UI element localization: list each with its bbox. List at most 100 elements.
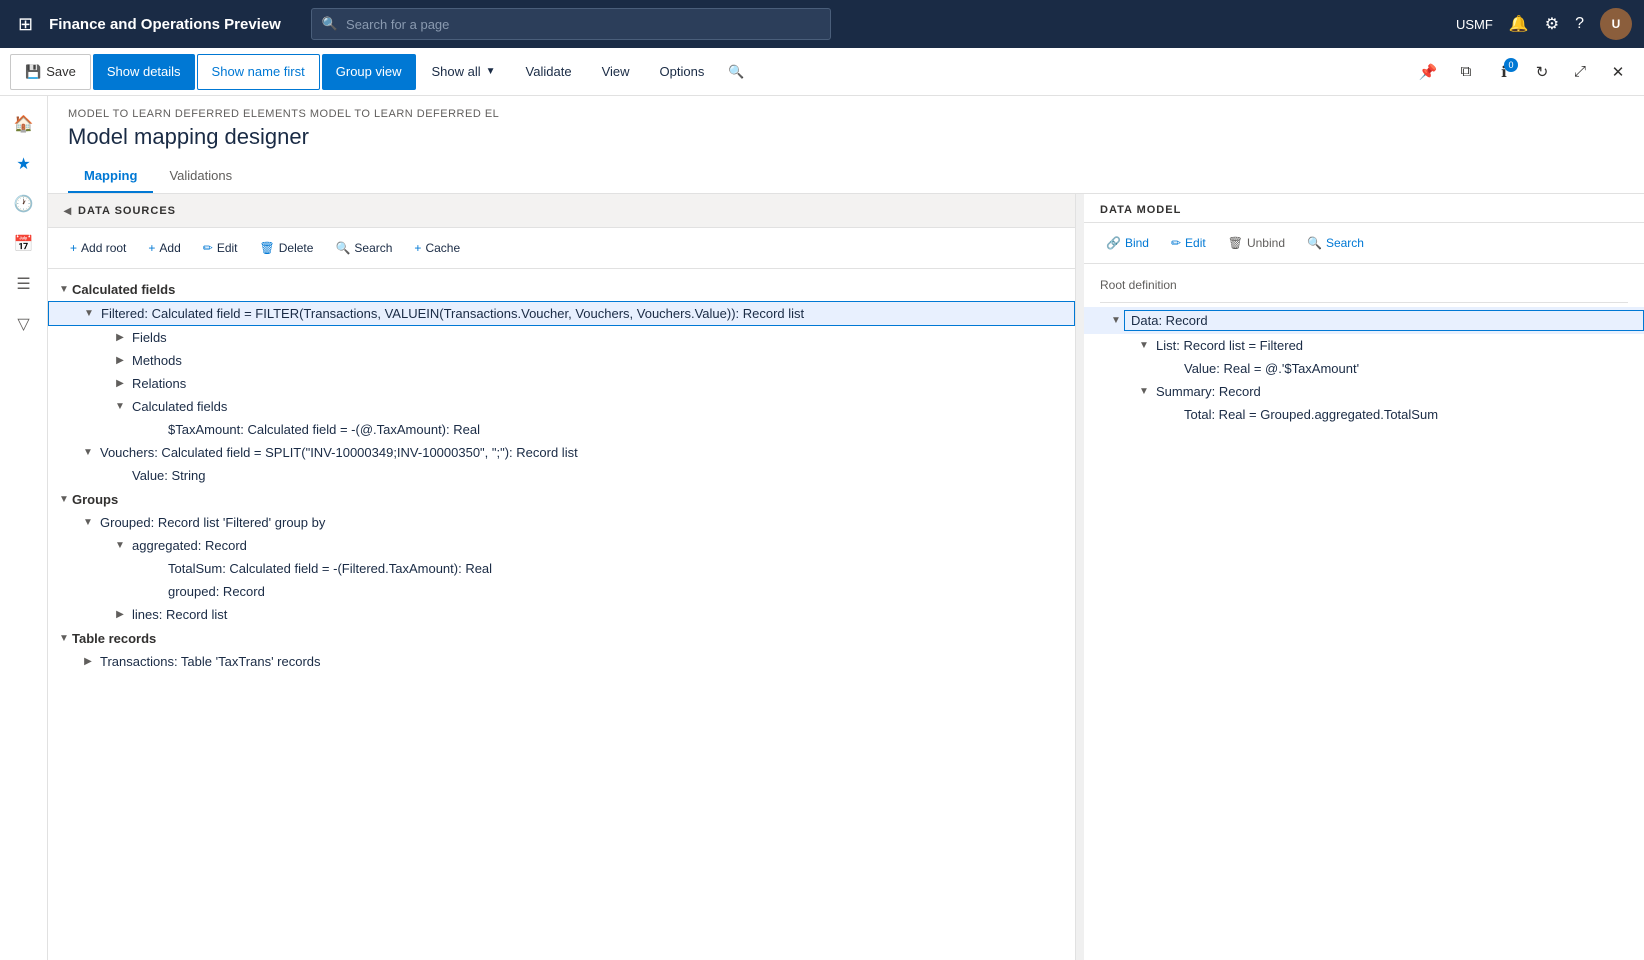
collapse-icon[interactable]: ◂ bbox=[64, 202, 72, 219]
edit-button[interactable]: ✏ Edit bbox=[193, 234, 248, 262]
dm-data-toggle-icon: ▼ bbox=[1108, 313, 1124, 329]
global-search-box[interactable]: 🔍 bbox=[311, 8, 831, 40]
cache-icon: + bbox=[414, 241, 421, 255]
dm-search-label: Search bbox=[1326, 236, 1364, 250]
search-toggle-button[interactable]: 🔍 bbox=[720, 54, 752, 90]
search-icon: 🔍 bbox=[322, 16, 338, 32]
edit-label: Edit bbox=[217, 241, 238, 255]
add-button[interactable]: + Add bbox=[138, 234, 190, 262]
expand-icon[interactable]: ⤢ bbox=[1564, 56, 1596, 88]
page-header: MODEL TO LEARN DEFERRED ELEMENTS MODEL T… bbox=[48, 96, 1644, 194]
category-calculated-fields[interactable]: ▼ Calculated fields bbox=[48, 277, 1075, 301]
aggregated-node[interactable]: ▼ aggregated: Record bbox=[48, 534, 1075, 557]
relations-node[interactable]: ▶ Relations bbox=[48, 372, 1075, 395]
transactions-text: Transactions: Table 'TaxTrans' records bbox=[96, 653, 1075, 670]
category-groups[interactable]: ▼ Groups bbox=[48, 487, 1075, 511]
group-view-button[interactable]: Group view bbox=[322, 54, 416, 90]
show-details-button[interactable]: Show details bbox=[93, 54, 195, 90]
transactions-node[interactable]: ▶ Transactions: Table 'TaxTrans' records bbox=[48, 650, 1075, 673]
unbind-button[interactable]: 🗑 Unbind bbox=[1218, 229, 1295, 257]
aggregated-text: aggregated: Record bbox=[128, 537, 1075, 554]
detach-icon[interactable]: ⧉ bbox=[1450, 56, 1482, 88]
groups-label: Groups bbox=[72, 492, 118, 507]
options-button[interactable]: Options bbox=[646, 54, 719, 90]
notification-icon[interactable]: 🔔 bbox=[1509, 14, 1529, 34]
dm-total-text: Total: Real = Grouped.aggregated.TotalSu… bbox=[1180, 406, 1644, 423]
panel-separator[interactable] bbox=[1076, 194, 1084, 960]
show-all-button[interactable]: Show all ▼ bbox=[418, 54, 510, 90]
totalsum-node[interactable]: ▶ TotalSum: Calculated field = -(Filtere… bbox=[48, 557, 1075, 580]
root-def-separator bbox=[1100, 302, 1628, 303]
grouped-record-node[interactable]: ▶ grouped: Record bbox=[48, 580, 1075, 603]
taxamount-node[interactable]: ▶ $TaxAmount: Calculated field = -(@.Tax… bbox=[48, 418, 1075, 441]
dm-summary-node[interactable]: ▼ Summary: Record bbox=[1084, 380, 1644, 403]
top-navbar: ⊞ Finance and Operations Preview 🔍 USMF … bbox=[0, 0, 1644, 48]
data-model-panel: DATA MODEL 🔗 Bind ✏ Edit 🗑 Unbind bbox=[1084, 194, 1644, 960]
validate-button[interactable]: Validate bbox=[512, 54, 586, 90]
save-button[interactable]: 💾 Save bbox=[10, 54, 91, 90]
dm-search-button[interactable]: 🔍 Search bbox=[1297, 229, 1374, 257]
main-layout: 🏠 ★ 🕐 📅 ☰ ▽ MODEL TO LEARN DEFERRED ELEM… bbox=[0, 96, 1644, 960]
show-all-label: Show all bbox=[432, 64, 481, 79]
search-input[interactable] bbox=[346, 17, 820, 32]
dm-list-node[interactable]: ▼ List: Record list = Filtered bbox=[1084, 334, 1644, 357]
sidebar-item-calendar[interactable]: 📅 bbox=[6, 226, 42, 262]
badge-button[interactable]: ℹ 0 bbox=[1488, 56, 1520, 88]
data-model-content: Root definition ▼ Data: Record ▼ List: R… bbox=[1084, 264, 1644, 960]
dm-edit-button[interactable]: ✏ Edit bbox=[1161, 229, 1216, 257]
data-model-header: DATA MODEL bbox=[1084, 194, 1644, 223]
dm-value-real-node[interactable]: ▶ Value: Real = @.'$TaxAmount' bbox=[1084, 357, 1644, 380]
dm-list-toggle-icon: ▼ bbox=[1136, 338, 1152, 354]
dm-data-record-text: Data: Record bbox=[1124, 310, 1644, 331]
data-sources-tree: ▼ Calculated fields ▼ Filtered: Calculat… bbox=[48, 269, 1075, 960]
toolbar-right-icons: 📌 ⧉ ℹ 0 ↻ ⤢ ✕ bbox=[1412, 56, 1634, 88]
badge-count: 0 bbox=[1504, 58, 1518, 72]
dm-total-node[interactable]: ▶ Total: Real = Grouped.aggregated.Total… bbox=[1084, 403, 1644, 426]
avatar-initials: U bbox=[1612, 17, 1621, 31]
fields-node[interactable]: ▶ Fields bbox=[48, 326, 1075, 349]
delete-button[interactable]: 🗑 Delete bbox=[250, 234, 324, 262]
show-name-first-button[interactable]: Show name first bbox=[197, 54, 320, 90]
sidebar-item-home[interactable]: 🏠 bbox=[6, 106, 42, 142]
help-icon[interactable]: ? bbox=[1575, 15, 1584, 33]
category-label: Calculated fields bbox=[72, 282, 175, 297]
options-label: Options bbox=[660, 64, 705, 79]
cache-label: Cache bbox=[425, 241, 460, 255]
category-table-records[interactable]: ▼ Table records bbox=[48, 626, 1075, 650]
sidebar-item-clock[interactable]: 🕐 bbox=[6, 186, 42, 222]
value-string-node[interactable]: ▶ Value: String bbox=[48, 464, 1075, 487]
bind-label: Bind bbox=[1125, 236, 1149, 250]
lines-node[interactable]: ▶ lines: Record list bbox=[48, 603, 1075, 626]
close-icon[interactable]: ✕ bbox=[1602, 56, 1634, 88]
root-definition-label: Root definition bbox=[1084, 272, 1644, 298]
settings-icon[interactable]: ⚙ bbox=[1545, 14, 1559, 34]
data-sources-label: DATA SOURCES bbox=[78, 205, 176, 217]
search-button[interactable]: 🔍 Search bbox=[325, 234, 402, 262]
lines-toggle-icon: ▶ bbox=[112, 607, 128, 623]
vouchers-node[interactable]: ▼ Vouchers: Calculated field = SPLIT("IN… bbox=[48, 441, 1075, 464]
sidebar-item-star[interactable]: ★ bbox=[6, 146, 42, 182]
add-root-button[interactable]: + Add root bbox=[60, 234, 136, 262]
validate-label: Validate bbox=[526, 64, 572, 79]
cache-button[interactable]: + Cache bbox=[404, 234, 470, 262]
filtered-node[interactable]: ▼ Filtered: Calculated field = FILTER(Tr… bbox=[48, 301, 1075, 326]
dm-edit-icon: ✏ bbox=[1171, 236, 1181, 250]
value-string-text: Value: String bbox=[128, 467, 1075, 484]
sidebar-item-filter[interactable]: ▽ bbox=[6, 306, 42, 342]
pin-icon[interactable]: 📌 bbox=[1412, 56, 1444, 88]
add-root-label: Add root bbox=[81, 241, 126, 255]
view-button[interactable]: View bbox=[588, 54, 644, 90]
tab-validations[interactable]: Validations bbox=[153, 160, 248, 193]
grid-menu-icon[interactable]: ⊞ bbox=[12, 8, 39, 41]
tab-mapping[interactable]: Mapping bbox=[68, 160, 153, 193]
methods-node[interactable]: ▶ Methods bbox=[48, 349, 1075, 372]
avatar[interactable]: U bbox=[1600, 8, 1632, 40]
sidebar-item-list[interactable]: ☰ bbox=[6, 266, 42, 302]
dm-data-record-node[interactable]: ▼ Data: Record bbox=[1084, 307, 1644, 334]
bind-button[interactable]: 🔗 Bind bbox=[1096, 229, 1159, 257]
delete-icon: 🗑 bbox=[260, 241, 275, 255]
refresh-icon[interactable]: ↻ bbox=[1526, 56, 1558, 88]
grouped-node[interactable]: ▼ Grouped: Record list 'Filtered' group … bbox=[48, 511, 1075, 534]
calc-fields-sub-node[interactable]: ▼ Calculated fields bbox=[48, 395, 1075, 418]
table-toggle-icon: ▼ bbox=[56, 630, 72, 646]
